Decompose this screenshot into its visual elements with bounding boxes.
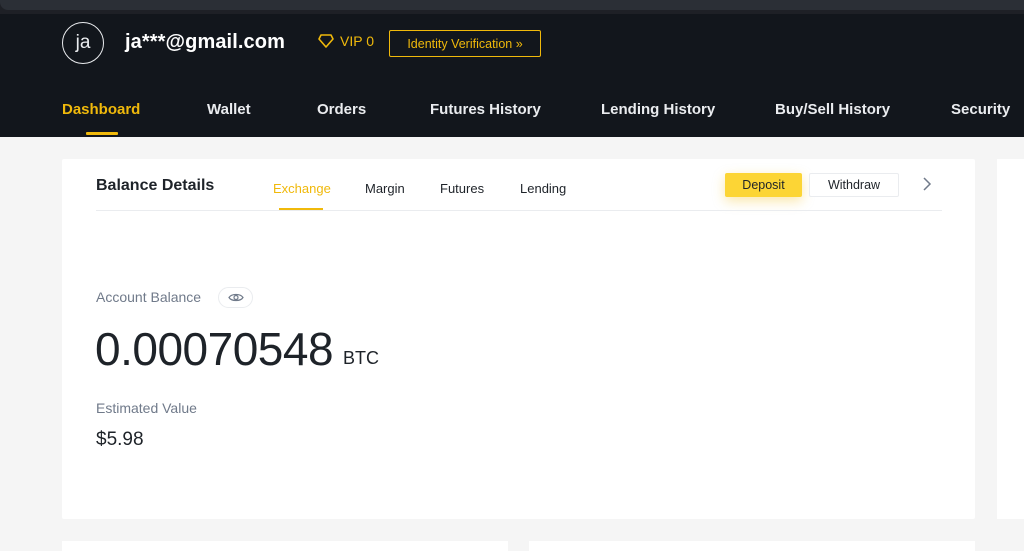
nav-buy-sell-history[interactable]: Buy/Sell History bbox=[775, 101, 890, 118]
chevron-right-icon[interactable] bbox=[920, 176, 934, 192]
estimated-value: $5.98 bbox=[96, 429, 144, 450]
eye-icon bbox=[227, 293, 244, 302]
nav-security[interactable]: Security bbox=[951, 101, 1010, 118]
deposit-button[interactable]: Deposit bbox=[725, 173, 802, 197]
side-card bbox=[997, 159, 1024, 519]
browser-tab-edge bbox=[0, 0, 1024, 10]
withdraw-button[interactable]: Withdraw bbox=[809, 173, 899, 197]
vip-label: VIP 0 bbox=[340, 33, 374, 49]
nav-orders[interactable]: Orders bbox=[317, 101, 366, 118]
nav-dashboard[interactable]: Dashboard bbox=[62, 101, 140, 118]
card-divider bbox=[96, 210, 942, 211]
nav-wallet[interactable]: Wallet bbox=[207, 101, 251, 118]
account-header: ja ja***@gmail.com VIP 0 Identity Verifi… bbox=[0, 14, 1024, 137]
vip-level[interactable]: VIP 0 bbox=[318, 33, 374, 49]
account-balance-value: 0.00070548 bbox=[95, 323, 334, 375]
nav-lending-history[interactable]: Lending History bbox=[601, 101, 715, 118]
lower-card-right bbox=[529, 541, 975, 551]
tab-exchange[interactable]: Exchange bbox=[273, 181, 331, 196]
avatar[interactable]: ja bbox=[62, 22, 104, 64]
account-balance-label: Account Balance bbox=[96, 289, 202, 305]
user-email: ja***@gmail.com bbox=[125, 31, 285, 53]
nav-futures-history[interactable]: Futures History bbox=[430, 101, 541, 118]
estimated-value-label: Estimated Value bbox=[96, 400, 197, 416]
diamond-icon bbox=[318, 34, 334, 48]
balance-unit: BTC bbox=[343, 348, 379, 368]
lower-card-left bbox=[62, 541, 508, 551]
browser-top-strip bbox=[0, 0, 1024, 14]
identity-verification-button[interactable]: Identity Verification » bbox=[389, 30, 541, 57]
tab-futures[interactable]: Futures bbox=[440, 181, 484, 196]
card-title: Balance Details bbox=[96, 177, 215, 194]
main-nav: Dashboard Wallet Orders Futures History … bbox=[0, 98, 1024, 137]
tab-margin[interactable]: Margin bbox=[365, 181, 405, 196]
toggle-balance-visibility[interactable] bbox=[218, 287, 253, 308]
balance-details-card: Balance Details Exchange Margin Futures … bbox=[62, 159, 975, 519]
nav-active-indicator bbox=[86, 132, 118, 135]
tab-lending[interactable]: Lending bbox=[520, 181, 566, 196]
